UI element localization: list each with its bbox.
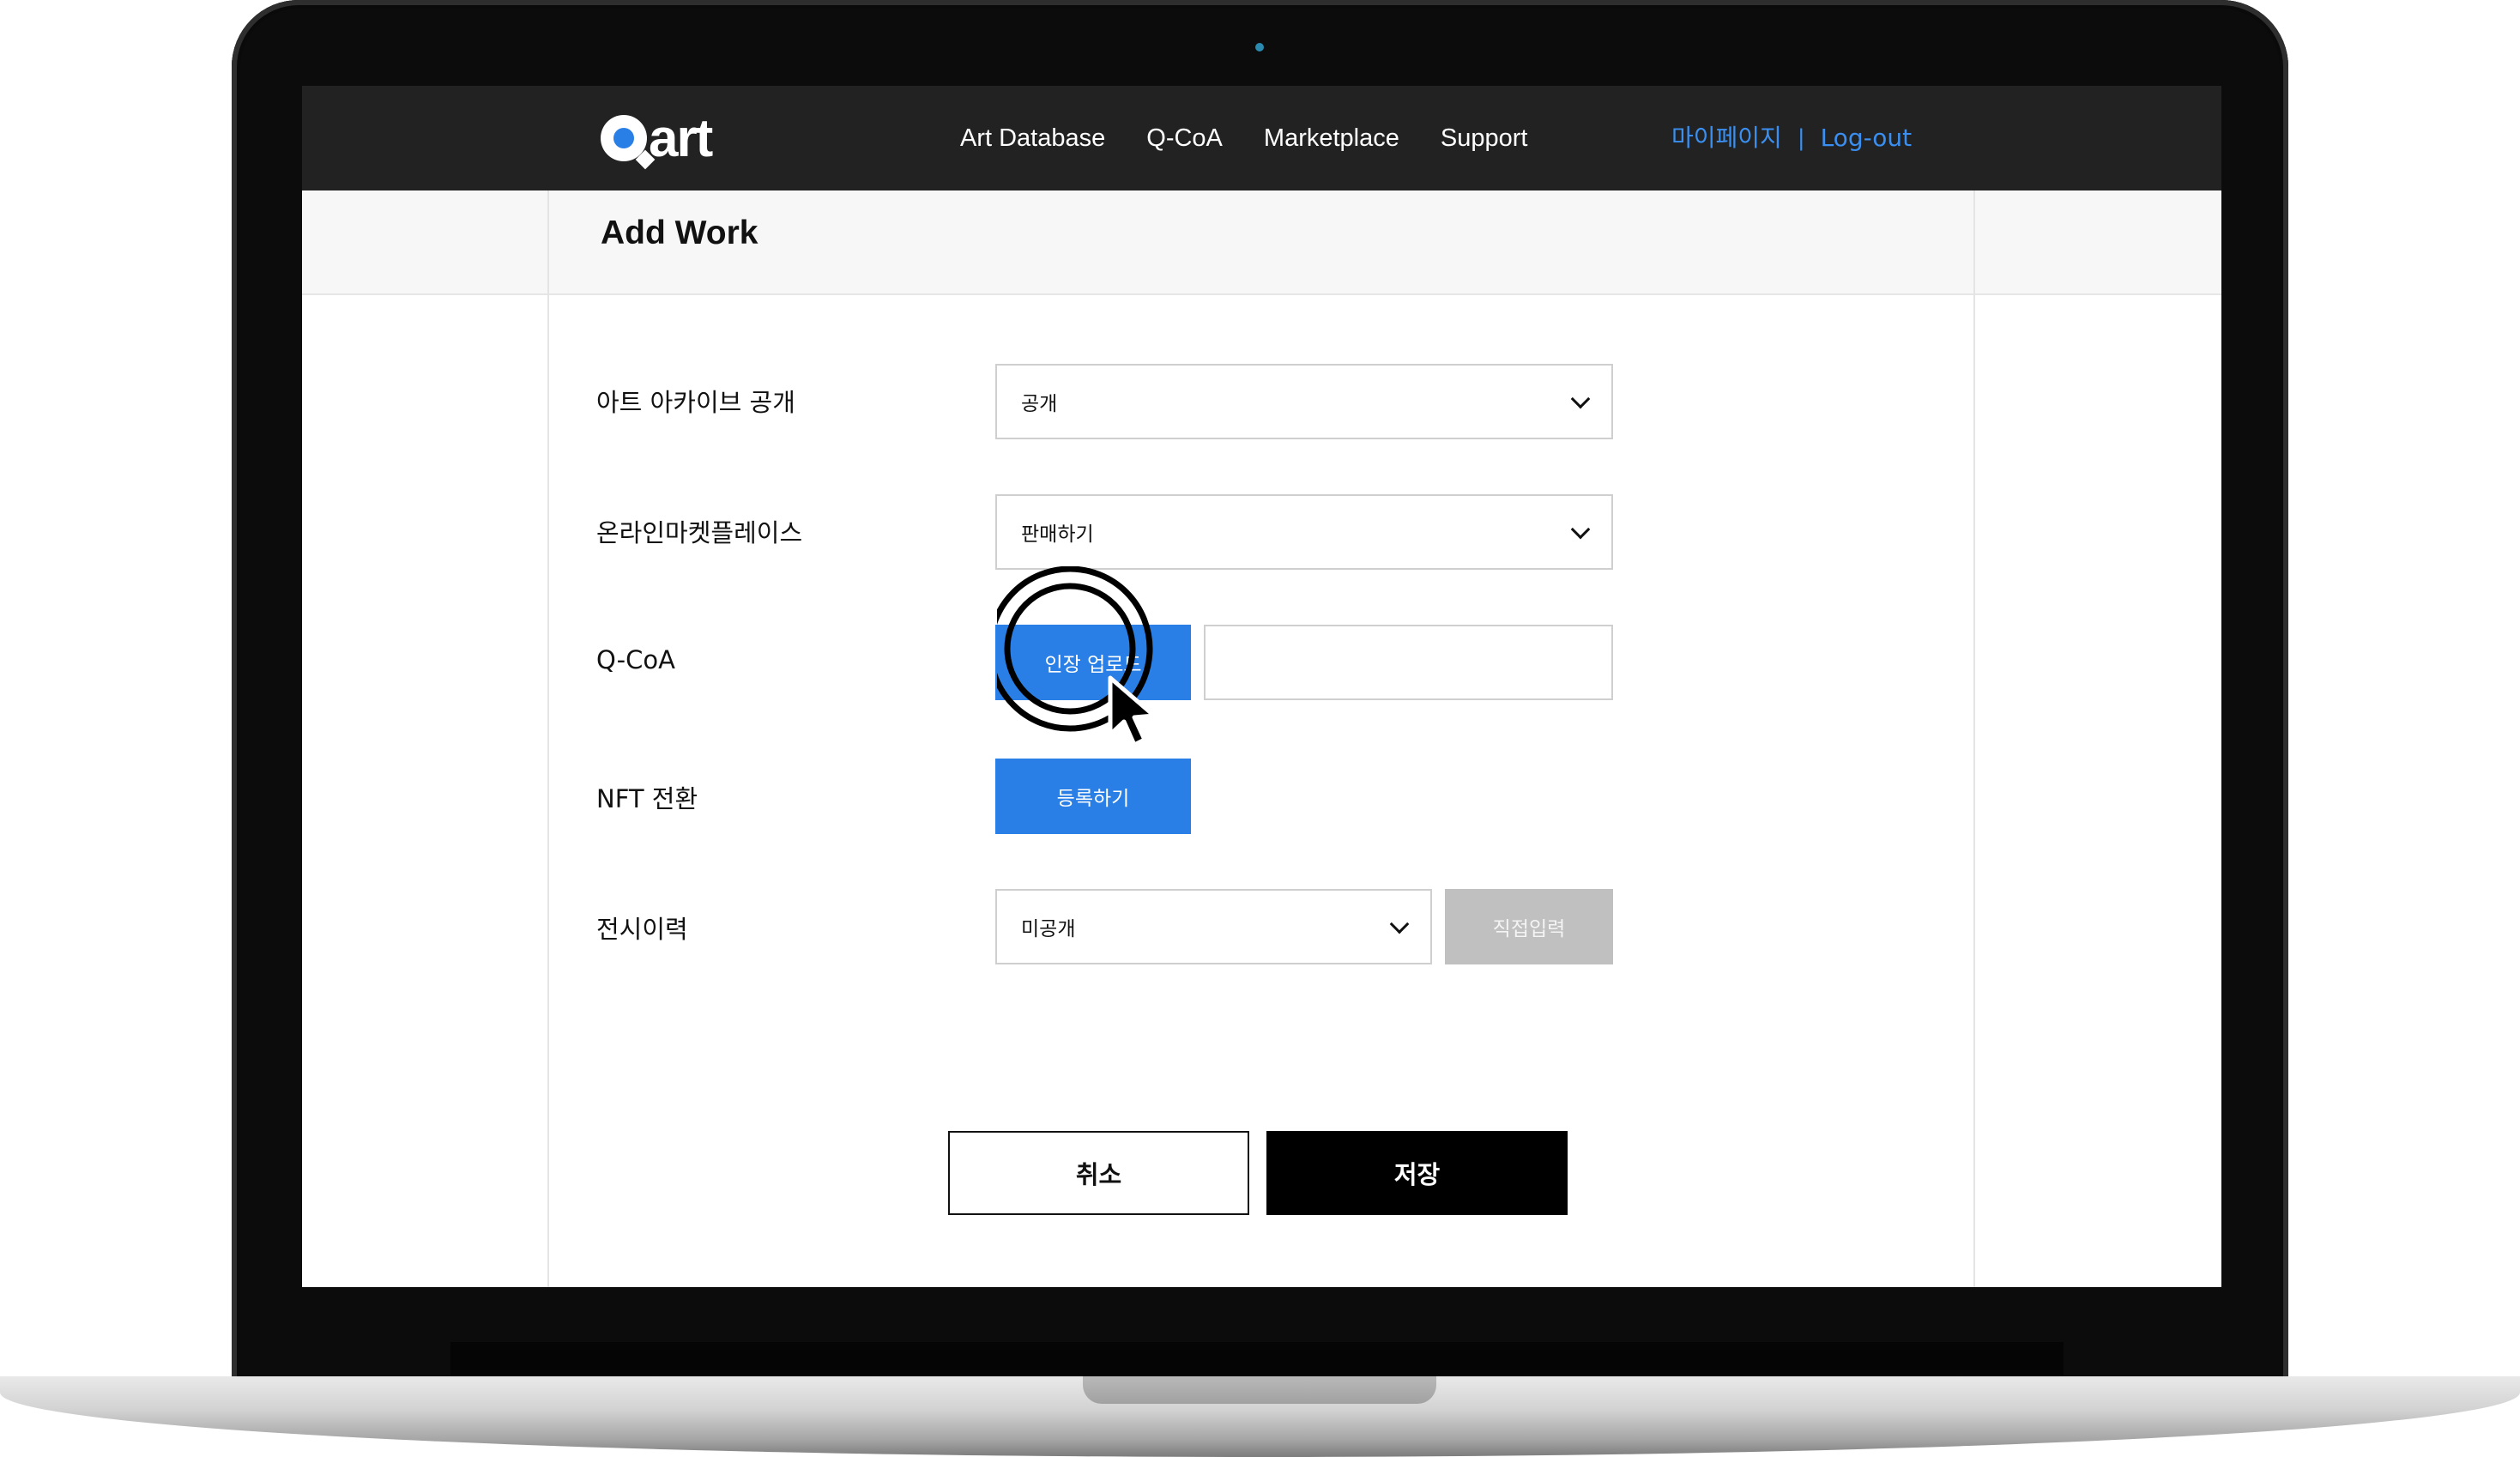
nft-register-button[interactable]: 등록하기 [995, 759, 1191, 834]
nft-label: NFT 전환 [596, 784, 698, 813]
marketplace-label: 온라인마켓플레이스 [596, 518, 803, 547]
title-bar [302, 190, 2221, 295]
page-title: Add Work [601, 215, 758, 251]
archive-select[interactable]: 공개 [995, 364, 1613, 439]
marketplace-select[interactable]: 판매하기 [995, 494, 1613, 570]
main-nav: Art Database Q-CoA Marketplace Support [960, 120, 1568, 156]
save-button[interactable]: 저장 [1266, 1131, 1568, 1215]
nav-art-database[interactable]: Art Database [960, 120, 1105, 156]
exhibition-select[interactable]: 미공개 [995, 889, 1432, 964]
nav-marketplace[interactable]: Marketplace [1264, 120, 1399, 156]
content-border-right [1973, 190, 1975, 1287]
direct-input-button[interactable]: 직접입력 [1445, 889, 1613, 964]
logo-text: art [649, 108, 713, 168]
user-nav: 마이페이지 | Log-out [1671, 120, 1912, 156]
content-border-left [547, 190, 549, 1287]
qart-logo[interactable]: art [601, 108, 713, 168]
chevron-down-icon [1570, 389, 1591, 409]
nav-separator: | [1797, 125, 1805, 151]
logo-q-icon [601, 115, 647, 161]
mouse-cursor-icon [1108, 675, 1157, 747]
screen: art Art Database Q-CoA Marketplace Suppo… [302, 86, 2221, 1287]
mypage-link[interactable]: 마이페이지 [1671, 120, 1782, 156]
cancel-button[interactable]: 취소 [948, 1131, 1249, 1215]
click-indicator [997, 566, 1157, 747]
top-header: art Art Database Q-CoA Marketplace Suppo… [302, 86, 2221, 190]
nav-support[interactable]: Support [1441, 120, 1528, 156]
logout-link[interactable]: Log-out [1821, 120, 1913, 156]
archive-label: 아트 아카이브 공개 [596, 388, 795, 417]
marketplace-select-value: 판매하기 [1021, 523, 1094, 546]
chevron-down-icon [1389, 914, 1410, 934]
qcoa-label: Q-CoA [596, 645, 675, 674]
laptop-notch [1083, 1376, 1436, 1404]
exhibition-label: 전시이력 [596, 915, 688, 944]
chevron-down-icon [1570, 519, 1591, 540]
archive-select-value: 공개 [1021, 393, 1058, 415]
exhibition-select-value: 미공개 [1021, 918, 1076, 940]
camera-icon [1255, 43, 1264, 51]
nav-q-coa[interactable]: Q-CoA [1146, 120, 1223, 156]
qcoa-file-input[interactable] [1204, 625, 1613, 700]
